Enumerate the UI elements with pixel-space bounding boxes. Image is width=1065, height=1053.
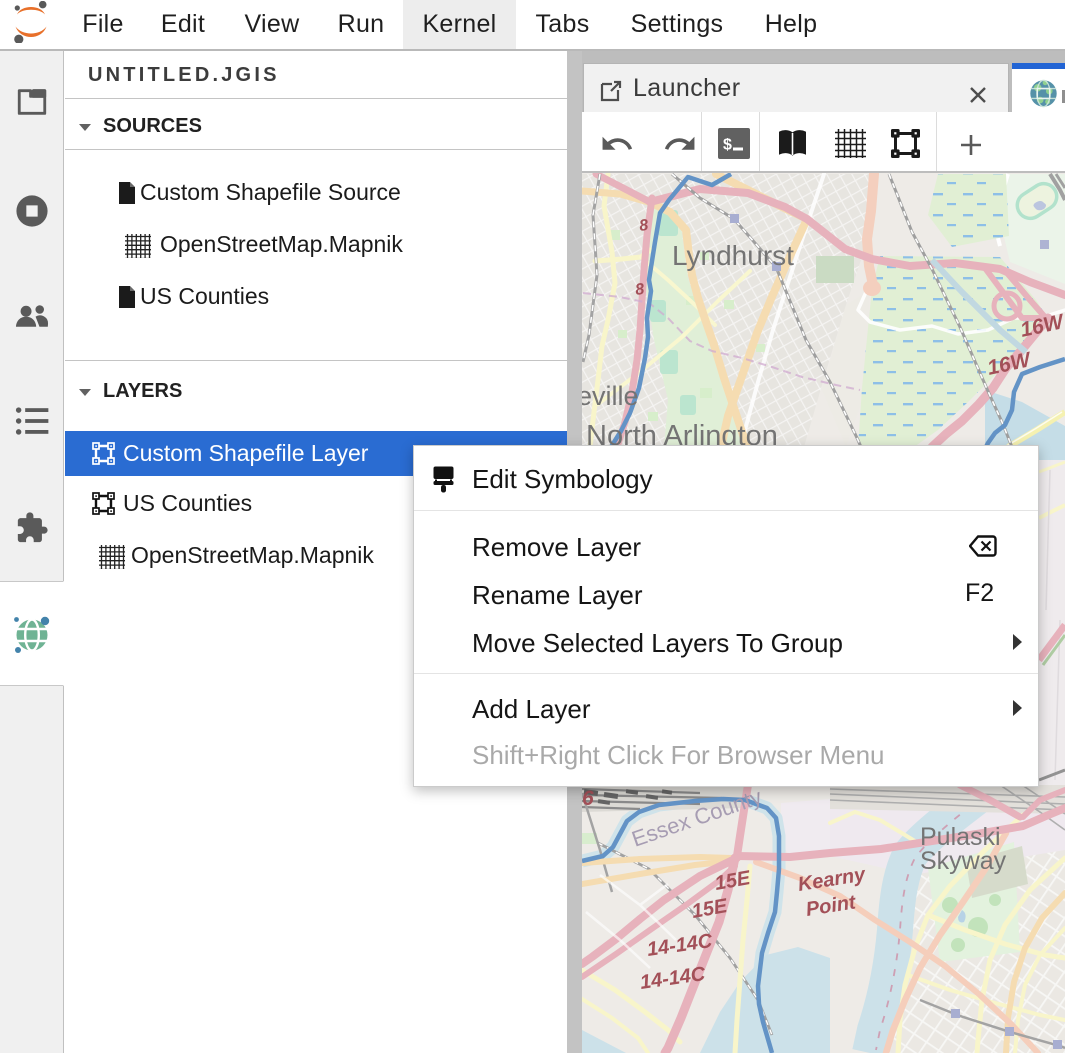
svg-text:eville: eville (582, 381, 639, 411)
svg-text:6: 6 (582, 787, 594, 810)
svg-text:$: $ (723, 137, 732, 154)
svg-text:Skyway: Skyway (920, 847, 1007, 875)
svg-text:Lyndhurst: Lyndhurst (672, 240, 794, 271)
